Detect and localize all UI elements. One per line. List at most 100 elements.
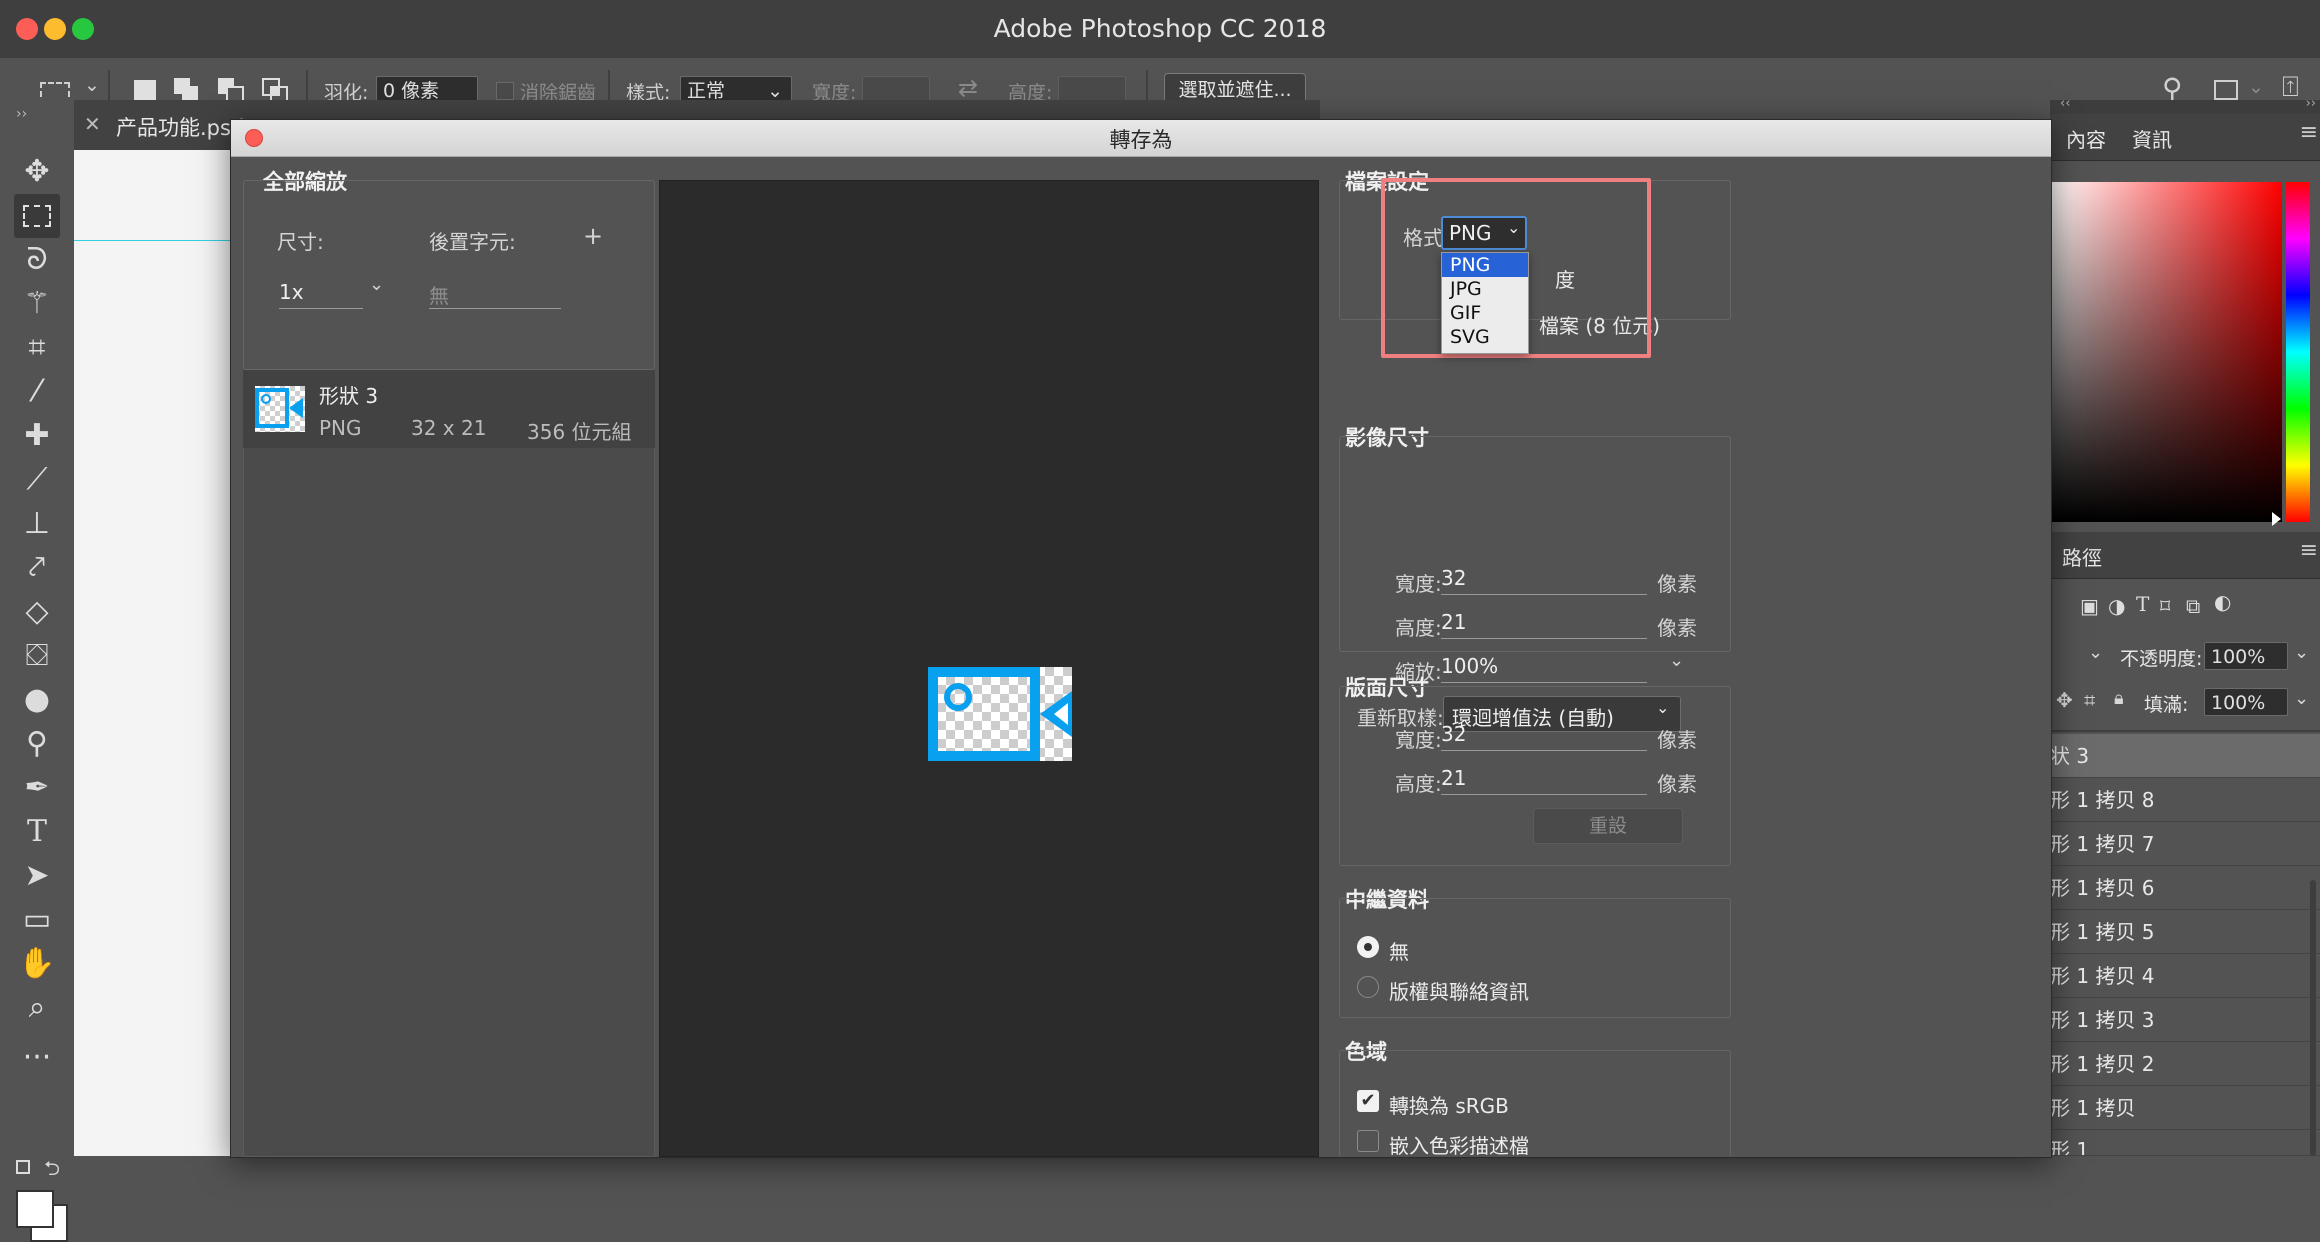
convert-srgb-checkbox[interactable]: ✔ — [1357, 1090, 1379, 1112]
lock-all-icon[interactable]: 🔒︎ — [2114, 688, 2124, 709]
move-tool-icon[interactable]: ✥ — [10, 152, 64, 192]
expand-icon[interactable]: ‹‹ — [2060, 96, 2070, 111]
layer-row[interactable]: 形 1 — [2050, 1130, 2320, 1156]
layer-row-selected[interactable]: 状 3 — [2050, 734, 2320, 778]
chevron-down-icon[interactable]: ⌄ — [2248, 76, 2264, 98]
lock-position-icon[interactable]: ✥ — [2056, 688, 2073, 712]
metadata-copyright-radio[interactable] — [1357, 976, 1379, 998]
smart-object-filter-icon[interactable]: ⧉ — [2186, 594, 2200, 618]
fill-input[interactable]: 100% — [2204, 688, 2288, 716]
eraser-tool-icon[interactable]: ◇ — [10, 592, 64, 632]
camera-lens-icon — [1040, 691, 1072, 737]
format-select[interactable]: PNG ⌄ — [1441, 216, 1527, 250]
blur-tool-icon[interactable]: ● — [10, 680, 64, 720]
brush-tool-icon[interactable]: ⟋ — [10, 460, 64, 500]
collapse-icon[interactable]: ›› — [2306, 96, 2316, 111]
layer-row[interactable]: 形 1 拷贝 — [2050, 1086, 2320, 1130]
title-bar: Adobe Photoshop CC 2018 — [0, 0, 2320, 59]
filter-toggle-icon[interactable]: ◐ — [2214, 590, 2231, 614]
chevron-down-icon[interactable]: ⌄ — [84, 74, 100, 96]
format-option-svg[interactable]: SVG — [1442, 325, 1528, 349]
width-label: 寬度: — [1395, 728, 1442, 752]
hand-tool-icon[interactable]: ✋ — [10, 944, 64, 984]
pen-tool-icon[interactable]: ✒ — [10, 768, 64, 808]
marquee-tool-icon[interactable] — [10, 194, 64, 238]
layer-row[interactable]: 形 1 拷贝 5 — [2050, 910, 2320, 954]
layer-row[interactable]: 形 1 拷贝 8 — [2050, 778, 2320, 822]
image-filter-icon[interactable]: ▣ — [2080, 594, 2099, 618]
asset-filesize: 356 位元組 — [527, 420, 632, 444]
foreground-color-swatch[interactable] — [16, 1190, 54, 1228]
chevron-down-icon[interactable]: ⌄ — [369, 274, 384, 295]
assets-column: 全部縮放 尺寸: 後置字元: + 1x ⌄ 無 形狀 3 PNG 32 x 21… — [243, 156, 663, 1157]
panel-menu-icon[interactable]: ≡ — [2300, 538, 2318, 563]
zoom-tool-icon[interactable]: ⌕ — [10, 988, 64, 1028]
chevron-down-icon[interactable]: ⌄ — [1669, 650, 1684, 671]
layer-row[interactable]: 形 1 拷贝 4 — [2050, 954, 2320, 998]
swap-colors-icon[interactable]: ⮌ — [44, 1154, 60, 1188]
asset-row[interactable]: 形狀 3 PNG 32 x 21 356 位元組 — [243, 370, 655, 448]
color-pointer-icon — [2272, 512, 2281, 526]
unit-label: 像素 — [1657, 616, 1697, 640]
metadata-none-radio[interactable] — [1357, 936, 1379, 958]
chevron-down-icon[interactable]: ⌄ — [2294, 642, 2309, 663]
swap-arrows-icon[interactable]: ⇄ — [958, 74, 978, 102]
magic-wand-tool-icon[interactable]: ⚚ — [10, 284, 64, 324]
dodge-tool-icon[interactable]: ⚲ — [10, 724, 64, 764]
more-tools-icon[interactable]: ··· — [10, 1038, 64, 1078]
lasso-tool-icon[interactable]: ᘐ — [10, 240, 64, 280]
document-canvas[interactable] — [74, 150, 230, 1156]
scale-select[interactable]: 100% — [1441, 654, 1647, 683]
eyedropper-tool-icon[interactable]: ⁄ — [10, 372, 64, 412]
preview-area[interactable] — [659, 180, 1319, 1157]
rectangle-tool-icon[interactable]: ▭ — [10, 900, 64, 940]
tab-properties[interactable]: 內容 — [2066, 124, 2106, 153]
embed-profile-checkbox[interactable] — [1357, 1130, 1379, 1152]
chevron-down-icon[interactable]: ⌄ — [2088, 642, 2103, 663]
close-tab-icon[interactable]: ✕ — [84, 112, 101, 136]
healing-brush-tool-icon[interactable]: ✚ — [10, 416, 64, 456]
layers-scrollbar[interactable] — [2310, 880, 2316, 1156]
type-filter-icon[interactable]: T — [2136, 592, 2149, 616]
chevron-down-icon[interactable]: ⌄ — [2294, 688, 2309, 709]
share-icon[interactable]: ⍐ — [2282, 70, 2299, 104]
divider — [2050, 730, 2320, 732]
add-scale-button[interactable]: + — [583, 222, 603, 250]
layer-row[interactable]: 形 1 拷贝 2 — [2050, 1042, 2320, 1086]
document-tab-label[interactable]: 产品功能.psd — [116, 112, 244, 142]
layer-row[interactable]: 形 1 拷贝 6 — [2050, 866, 2320, 910]
panel-menu-icon[interactable]: ≡ — [2300, 120, 2318, 145]
lock-artboard-icon[interactable]: ⌗ — [2084, 688, 2095, 712]
layer-row[interactable]: 形 1 拷贝 7 — [2050, 822, 2320, 866]
canvas-width-input[interactable]: 32 — [1441, 722, 1647, 751]
paint-bucket-tool-icon[interactable]: ⛋ — [10, 636, 64, 676]
suffix-input[interactable]: 無 — [429, 280, 561, 309]
hue-slider[interactable] — [2286, 182, 2310, 522]
adjustment-filter-icon[interactable]: ◑ — [2108, 594, 2125, 618]
default-colors-icon[interactable] — [16, 1160, 30, 1174]
history-brush-tool-icon[interactable]: ⤤ — [10, 548, 64, 588]
canvas-height-input[interactable]: 21 — [1441, 766, 1647, 795]
opacity-input[interactable]: 100% — [2204, 642, 2288, 670]
layer-row[interactable]: 形 1 拷贝 3 — [2050, 998, 2320, 1042]
size-select[interactable]: 1x — [279, 280, 363, 309]
shape-filter-icon[interactable]: ⌑ — [2160, 594, 2170, 618]
layer-name: 形 1 拷贝 4 — [2050, 964, 2155, 988]
type-tool-icon[interactable]: T — [10, 812, 64, 852]
workspace-icon[interactable] — [2214, 80, 2238, 100]
image-width-input[interactable]: 32 — [1441, 566, 1647, 595]
format-option-jpg[interactable]: JPG — [1442, 277, 1528, 301]
tab-info[interactable]: 資訊 — [2132, 124, 2172, 153]
collapse-icon[interactable]: ›› — [16, 106, 27, 122]
color-picker-field[interactable] — [2050, 182, 2282, 522]
image-height-input[interactable]: 21 — [1441, 610, 1647, 639]
path-selection-tool-icon[interactable]: ➤ — [10, 856, 64, 896]
format-option-png[interactable]: PNG — [1442, 253, 1528, 277]
crop-tool-icon[interactable]: ⌗ — [10, 328, 64, 368]
new-selection-icon[interactable] — [134, 80, 156, 102]
tab-paths[interactable]: 路徑 — [2062, 542, 2102, 571]
stamp-tool-icon[interactable]: ⊥ — [10, 504, 64, 544]
reset-button[interactable]: 重設 — [1533, 808, 1683, 844]
format-option-gif[interactable]: GIF — [1442, 301, 1528, 325]
antialias-checkbox[interactable] — [496, 82, 514, 100]
